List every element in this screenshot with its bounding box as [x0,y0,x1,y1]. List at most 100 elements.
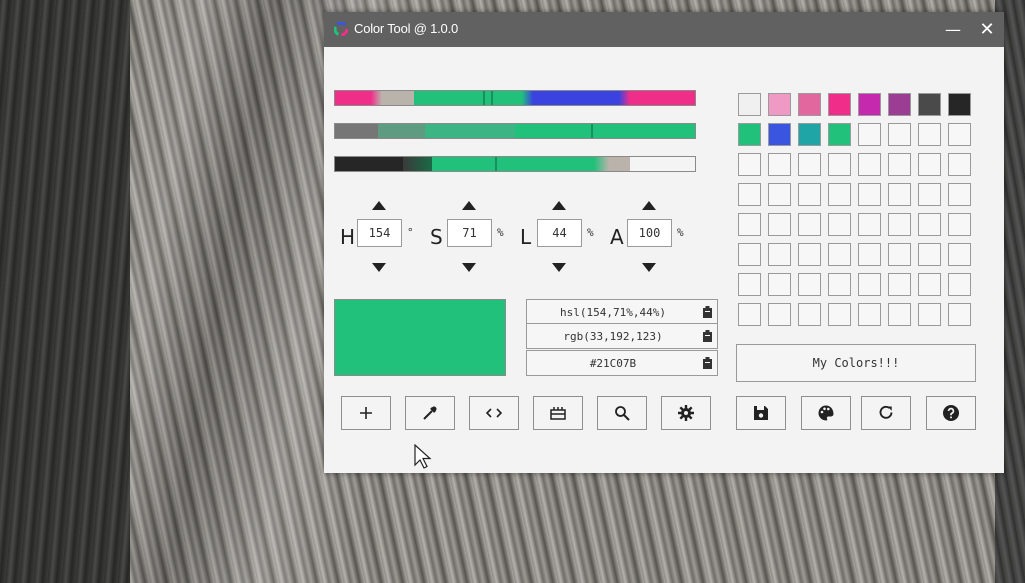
empty-swatch[interactable] [828,273,851,296]
empty-swatch[interactable] [768,213,791,236]
lightness-gradient-bar[interactable] [334,156,696,172]
empty-swatch[interactable] [918,243,941,266]
empty-swatch[interactable] [888,153,911,176]
empty-swatch[interactable] [828,213,851,236]
alpha-decrease-button[interactable] [642,263,656,272]
add-color-button[interactable] [341,396,391,430]
saturation-input[interactable]: 71 [447,219,492,247]
minimize-button[interactable]: — [941,18,965,42]
empty-swatch[interactable] [918,273,941,296]
clipboard-icon[interactable] [703,306,712,318]
empty-swatch[interactable] [828,153,851,176]
refresh-button[interactable] [861,396,911,430]
empty-swatch[interactable] [798,153,821,176]
code-button[interactable] [469,396,519,430]
color-swatch[interactable] [738,93,761,116]
alpha-increase-button[interactable] [642,201,656,210]
empty-swatch[interactable] [888,273,911,296]
hue-input[interactable]: 154 [357,219,402,247]
hex-format-field[interactable]: #21C07B [526,350,718,376]
saturation-gradient-bar[interactable] [334,123,696,139]
empty-swatch[interactable] [888,243,911,266]
palette-button[interactable] [801,396,851,430]
empty-swatch[interactable] [918,213,941,236]
color-swatch[interactable] [948,93,971,116]
empty-swatch[interactable] [948,213,971,236]
empty-swatch[interactable] [888,123,911,146]
empty-swatch[interactable] [828,303,851,326]
empty-swatch[interactable] [948,243,971,266]
clipboard-icon[interactable] [703,357,712,369]
eyedropper-button[interactable] [405,396,455,430]
palette-strip-button[interactable] [533,396,583,430]
empty-swatch[interactable] [798,273,821,296]
settings-button[interactable] [661,396,711,430]
empty-swatch[interactable] [798,303,821,326]
empty-swatch[interactable] [888,213,911,236]
rgb-format-field[interactable]: rgb(33,192,123) [526,323,718,349]
empty-swatch[interactable] [798,183,821,206]
empty-swatch[interactable] [858,123,881,146]
color-swatch[interactable] [798,123,821,146]
empty-swatch[interactable] [858,183,881,206]
help-button[interactable] [926,396,976,430]
save-button[interactable] [736,396,786,430]
empty-swatch[interactable] [798,213,821,236]
empty-swatch[interactable] [768,243,791,266]
empty-swatch[interactable] [948,183,971,206]
hsl-format-field[interactable]: hsl(154,71%,44%) [526,299,718,325]
color-swatch[interactable] [738,123,761,146]
lightness-input[interactable]: 44 [537,219,582,247]
empty-swatch[interactable] [918,183,941,206]
my-colors-button[interactable]: My Colors!!! [736,344,976,382]
empty-swatch[interactable] [858,153,881,176]
empty-swatch[interactable] [888,183,911,206]
empty-swatch[interactable] [738,273,761,296]
color-swatch[interactable] [858,93,881,116]
close-button[interactable]: ✕ [975,18,999,42]
clipboard-icon[interactable] [703,330,712,342]
zoom-button[interactable] [597,396,647,430]
empty-swatch[interactable] [738,243,761,266]
lightness-increase-button[interactable] [552,201,566,210]
empty-swatch[interactable] [738,153,761,176]
hue-decrease-button[interactable] [372,263,386,272]
empty-swatch[interactable] [948,153,971,176]
lightness-decrease-button[interactable] [552,263,566,272]
empty-swatch[interactable] [738,213,761,236]
empty-swatch[interactable] [948,123,971,146]
empty-swatch[interactable] [798,243,821,266]
saturation-decrease-button[interactable] [462,263,476,272]
empty-swatch[interactable] [738,183,761,206]
bar-segment [608,157,631,171]
alpha-input[interactable]: 100 [627,219,672,247]
color-swatch[interactable] [828,93,851,116]
hue-increase-button[interactable] [372,201,386,210]
empty-swatch[interactable] [888,303,911,326]
empty-swatch[interactable] [918,123,941,146]
empty-swatch[interactable] [918,153,941,176]
empty-swatch[interactable] [948,273,971,296]
empty-swatch[interactable] [858,213,881,236]
empty-swatch[interactable] [768,153,791,176]
color-swatch[interactable] [768,123,791,146]
saturation-increase-button[interactable] [462,201,476,210]
empty-swatch[interactable] [918,303,941,326]
empty-swatch[interactable] [948,303,971,326]
color-swatch[interactable] [918,93,941,116]
empty-swatch[interactable] [858,243,881,266]
color-swatch[interactable] [888,93,911,116]
empty-swatch[interactable] [858,273,881,296]
color-swatch[interactable] [768,93,791,116]
title-bar[interactable]: Color Tool @ 1.0.0 — ✕ [324,12,1004,47]
empty-swatch[interactable] [858,303,881,326]
empty-swatch[interactable] [738,303,761,326]
color-swatch[interactable] [828,123,851,146]
hue-gradient-bar[interactable] [334,90,696,106]
color-swatch[interactable] [798,93,821,116]
empty-swatch[interactable] [768,183,791,206]
empty-swatch[interactable] [768,273,791,296]
empty-swatch[interactable] [768,303,791,326]
empty-swatch[interactable] [828,183,851,206]
empty-swatch[interactable] [828,243,851,266]
